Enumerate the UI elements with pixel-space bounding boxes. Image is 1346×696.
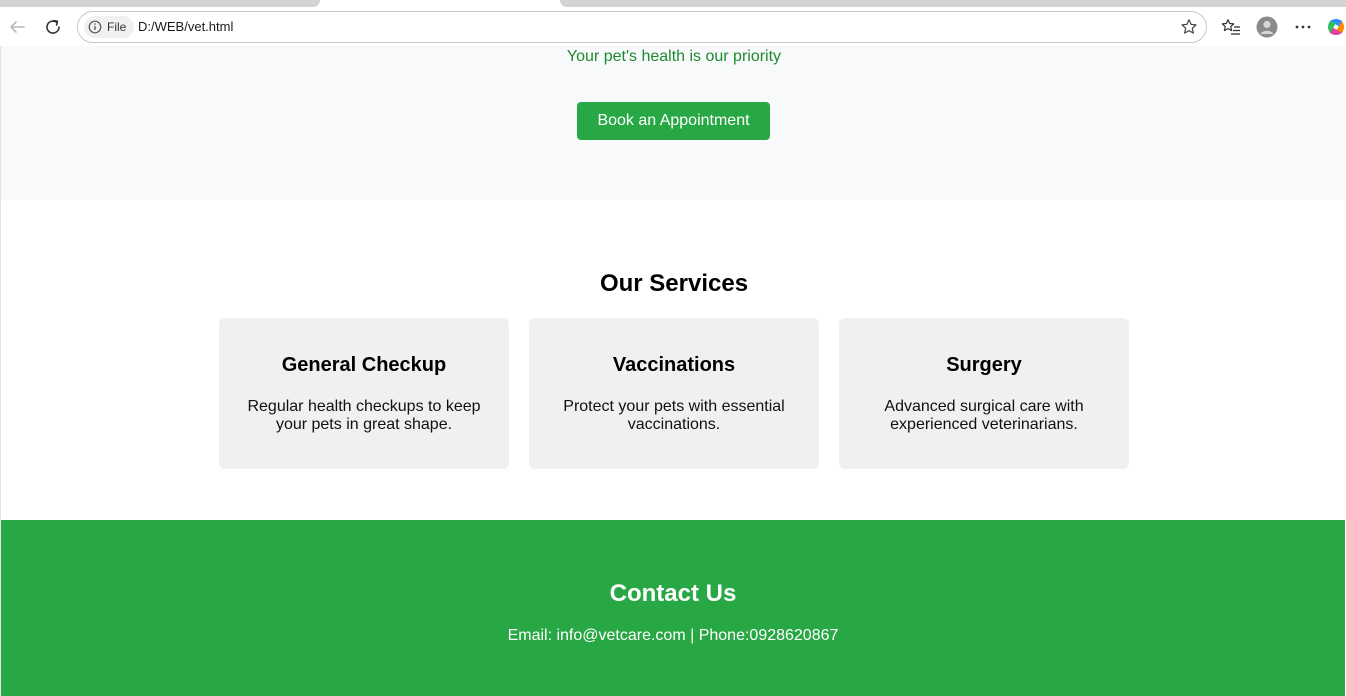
service-card-general-checkup: General Checkup Regular health checkups …: [219, 318, 509, 469]
hero-tagline: Your pet's health is our priority: [566, 48, 782, 65]
profile-icon: [1256, 16, 1278, 38]
url-text[interactable]: D:/WEB/vet.html: [138, 19, 233, 34]
site-info-chip[interactable]: File: [84, 16, 135, 38]
hero-section: Your pet's health is our priority Book a…: [1, 46, 1346, 200]
service-card-description: Advanced surgical care with experienced …: [884, 398, 1084, 433]
site-info-label: File: [107, 20, 127, 34]
favorites-button[interactable]: [1216, 12, 1246, 42]
book-appointment-button[interactable]: Book an Appointment: [577, 102, 770, 140]
more-button[interactable]: [1288, 12, 1318, 42]
browser-toolbar: File D:/WEB/vet.html: [0, 8, 1346, 46]
browser-tab[interactable]: [0, 0, 320, 7]
browser-tab[interactable]: [560, 0, 1346, 7]
info-icon: [88, 20, 102, 34]
address-bar[interactable]: File D:/WEB/vet.html: [77, 11, 1207, 43]
service-card-surgery: Surgery Advanced surgical care with expe…: [839, 318, 1129, 469]
services-section: Our Services General Checkup Regular hea…: [1, 200, 1346, 520]
back-button[interactable]: [2, 12, 32, 42]
service-card-vaccinations: Vaccinations Protect your pets with esse…: [529, 318, 819, 469]
service-card-description: Protect your pets with essential vaccina…: [563, 398, 785, 433]
contact-details: Email: info@vetcare.com | Phone:09286208…: [507, 627, 839, 644]
copilot-icon: [1328, 19, 1344, 35]
refresh-icon: [46, 19, 60, 34]
copilot-button[interactable]: [1326, 12, 1346, 42]
page-content: Your pet's health is our priority Book a…: [0, 46, 1346, 696]
service-card-title: General Checkup: [281, 354, 447, 376]
star-icon: [1181, 19, 1197, 34]
service-card-title: Surgery: [946, 354, 1022, 376]
services-title: Our Services: [599, 270, 749, 297]
refresh-button[interactable]: [38, 12, 68, 42]
back-arrow-icon: [10, 21, 25, 33]
more-icon: [1295, 25, 1311, 29]
service-card-description: Regular health checkups to keep your pet…: [247, 398, 481, 433]
favorites-icon: [1221, 19, 1240, 35]
profile-button[interactable]: [1252, 12, 1282, 42]
service-card-title: Vaccinations: [612, 354, 736, 376]
contact-footer: Contact Us Email: info@vetcare.com | Pho…: [1, 520, 1345, 696]
tab-strip: [0, 0, 1346, 8]
favorite-button[interactable]: [1180, 18, 1198, 41]
contact-title: Contact Us: [609, 580, 737, 607]
